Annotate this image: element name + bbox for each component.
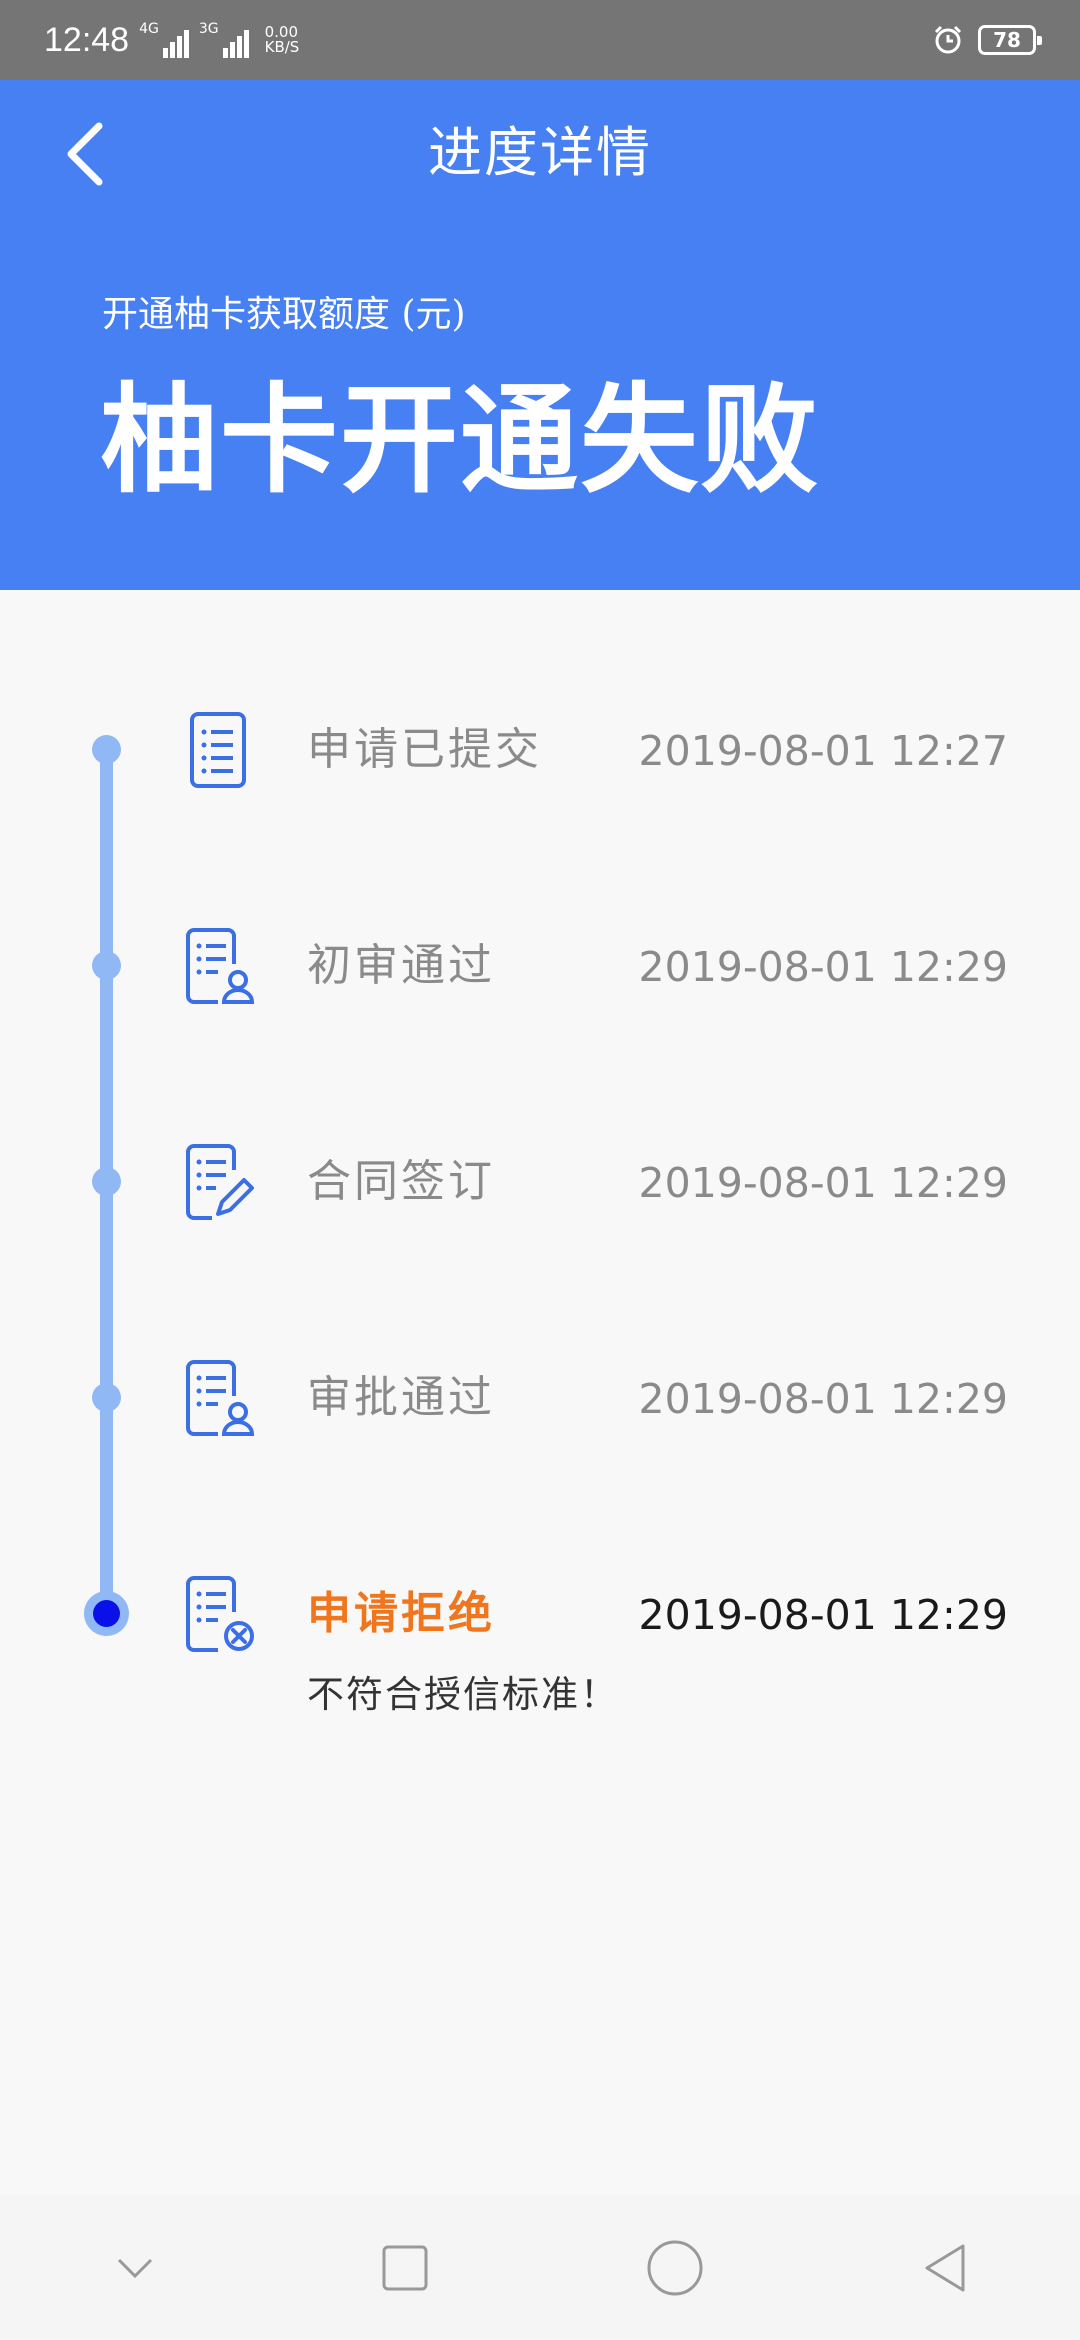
timeline-step: 初审通过 2019-08-01 12:29 [0, 928, 1080, 1126]
timeline-dot-active [84, 1591, 129, 1636]
system-nav-bar [0, 2195, 1080, 2340]
timeline-dot [92, 951, 121, 980]
application-status: 柚卡开通失败 [100, 371, 821, 509]
document-reject-icon [186, 1576, 254, 1652]
step-label: 审批通过 [307, 1372, 495, 1423]
status-left: 12:48 4G 3G 0.00 KB/S [44, 21, 299, 60]
circle-icon [647, 2240, 703, 2295]
battery-icon: 78 [978, 25, 1042, 55]
timeline-step: 合同签订 2019-08-01 12:29 [0, 1144, 1080, 1342]
rejection-reason: 不符合授信标准！ [307, 1673, 619, 1716]
step-time: 2019-08-01 12:29 [638, 943, 1008, 991]
alarm-icon [934, 25, 962, 54]
timeline-step: 审批通过 2019-08-01 12:29 [0, 1360, 1080, 1558]
network-type-label: 4G [139, 21, 159, 37]
network-speed: 0.00 KB/S [265, 25, 300, 55]
status-bar: 12:48 4G 3G 0.00 KB/S 78 [0, 0, 1080, 80]
step-time: 2019-08-01 12:29 [638, 1591, 1008, 1639]
network-speed-unit: KB/S [264, 38, 300, 56]
step-time: 2019-08-01 12:29 [638, 1375, 1008, 1423]
progress-timeline: 申请已提交 2019-08-01 12:27 初审通过 2019-08-01 1… [0, 590, 1080, 2190]
chevron-down-icon [117, 2258, 153, 2278]
timeline-step-current: 申请拒绝 2019-08-01 12:29 不符合授信标准！ [0, 1576, 1080, 1774]
step-label: 初审通过 [307, 940, 495, 991]
step-label-rejected: 申请拒绝 [307, 1588, 495, 1639]
step-time: 2019-08-01 12:29 [638, 1159, 1008, 1207]
network-type-label: 3G [198, 21, 219, 37]
timeline-dot [92, 1383, 121, 1412]
page-title: 进度详情 [428, 121, 652, 184]
document-user-icon [186, 1360, 255, 1436]
hide-nav-button[interactable] [80, 2213, 190, 2323]
step-label: 申请已提交 [307, 724, 542, 775]
battery-level: 78 [993, 28, 1021, 52]
step-time: 2019-08-01 12:27 [638, 727, 1008, 775]
header-subtitle: 开通柚卡获取额度 (元) [102, 294, 466, 335]
timeline-step: 申请已提交 2019-08-01 12:27 [0, 712, 1080, 910]
home-button[interactable] [620, 2213, 730, 2323]
recents-button[interactable] [350, 2213, 460, 2323]
document-sign-icon [186, 1144, 254, 1220]
status-time: 12:48 [44, 20, 130, 59]
timeline-dot [92, 1167, 121, 1196]
header: 进度详情 开通柚卡获取额度 (元) 柚卡开通失败 [0, 80, 1080, 590]
step-label: 合同签订 [307, 1156, 495, 1207]
document-user-icon [186, 928, 255, 1004]
signal-icon: 4G [139, 22, 189, 58]
triangle-back-icon [925, 2244, 965, 2291]
back-nav-button[interactable] [890, 2213, 1000, 2323]
square-icon [382, 2245, 428, 2290]
status-right: 78 [932, 24, 1042, 56]
document-list-icon [190, 712, 246, 788]
signal-icon: 3G [199, 22, 249, 58]
timeline-dot [92, 735, 121, 764]
